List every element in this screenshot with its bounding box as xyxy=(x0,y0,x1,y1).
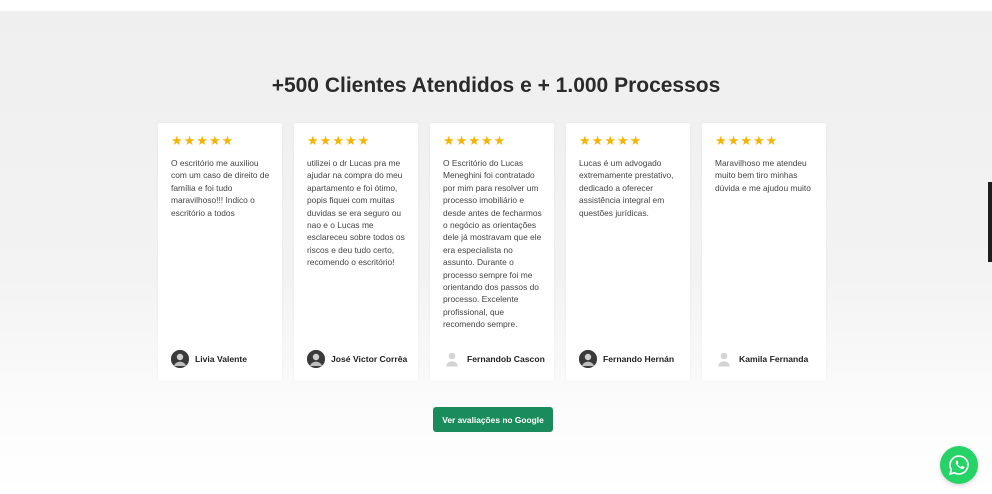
section-title: +500 Clientes Atendidos e + 1.000 Proces… xyxy=(271,74,721,97)
review-card: ★ ★ ★ ★ ★ O Escritório do Lucas Meneghini foi… xyxy=(430,123,554,381)
star-icon: ★ xyxy=(171,133,183,148)
star-icon: ★ xyxy=(208,133,221,148)
review-author: José Victor Corrêa xyxy=(307,350,417,368)
author-name: Fernando Hernán xyxy=(603,354,675,364)
star-icon: ★ xyxy=(468,133,480,148)
avatar xyxy=(307,350,325,368)
review-author: Fernandob Cascon xyxy=(443,350,553,368)
google-reviews-button[interactable]: Ver avaliações no Google xyxy=(433,407,553,432)
user-placeholder-icon xyxy=(443,350,461,368)
star-icon: ★ xyxy=(604,133,616,148)
star-icon: ★ xyxy=(740,133,752,148)
review-card: ★ ★ ★ ★ ★ utilizei o dr Lucas pra me ajudar n… xyxy=(294,123,418,381)
star-icon: ★ xyxy=(319,133,332,148)
author-name: Livia Valente xyxy=(195,354,248,364)
star-icon: ★ xyxy=(616,133,629,148)
review-text: Lucas é um advogado extremamente prestat… xyxy=(579,158,674,218)
review-card: ★ ★ ★ ★ ★ O escritório me auxiliou com um cas… xyxy=(158,123,282,381)
star-icon: ★ xyxy=(332,133,344,148)
star-icon: ★ xyxy=(493,133,506,148)
review-text: O Escritório do Lucas Meneghini foi cont… xyxy=(443,158,542,330)
star-icon: ★ xyxy=(715,133,727,148)
author-name: Fernandob Cascon xyxy=(467,354,545,364)
star-rating: ★ ★ ★ ★ ★ xyxy=(171,134,233,147)
star-rating: ★ ★ ★ ★ ★ xyxy=(307,134,369,147)
review-author: Kamila Fernanda xyxy=(715,350,825,368)
star-icon: ★ xyxy=(629,133,642,148)
whatsapp-icon xyxy=(948,455,969,476)
star-rating: ★ ★ ★ ★ ★ xyxy=(579,134,641,147)
star-rating: ★ ★ ★ ★ ★ xyxy=(443,134,505,147)
review-author: Livia Valente xyxy=(171,350,281,368)
star-icon: ★ xyxy=(727,133,740,148)
review-text: O escritório me auxiliou com um caso de … xyxy=(171,158,270,218)
star-icon: ★ xyxy=(480,133,493,148)
testimonials-list: ★ ★ ★ ★ ★ O escritório me auxiliou com um cas… xyxy=(158,123,826,381)
star-icon: ★ xyxy=(591,133,604,148)
star-icon: ★ xyxy=(357,133,370,148)
avatar xyxy=(171,350,189,368)
star-icon: ★ xyxy=(455,133,468,148)
review-text: utilizei o dr Lucas pra me ajudar na com… xyxy=(307,158,405,268)
star-icon: ★ xyxy=(221,133,234,148)
star-icon: ★ xyxy=(765,133,778,148)
page-edge-bar xyxy=(988,182,992,262)
review-text: Maravilhoso me atendeu muito bem tiro mi… xyxy=(715,158,811,193)
author-name: José Victor Corrêa xyxy=(331,354,408,364)
review-author: Fernando Hernán xyxy=(579,350,689,368)
star-icon: ★ xyxy=(344,133,357,148)
user-placeholder-icon xyxy=(715,350,733,368)
star-icon: ★ xyxy=(752,133,765,148)
star-icon: ★ xyxy=(579,133,591,148)
review-card: ★ ★ ★ ★ ★ Lucas é um advogado extremamente pr… xyxy=(566,123,690,381)
star-icon: ★ xyxy=(443,133,455,148)
whatsapp-button[interactable] xyxy=(940,446,978,484)
star-rating: ★ ★ ★ ★ ★ xyxy=(715,134,777,147)
review-card: ★ ★ ★ ★ ★ Maravilhoso me atendeu muito bem ti… xyxy=(702,123,826,381)
star-icon: ★ xyxy=(196,133,208,148)
star-icon: ★ xyxy=(183,133,196,148)
author-name: Kamila Fernanda xyxy=(739,354,809,364)
star-icon: ★ xyxy=(307,133,319,148)
avatar xyxy=(579,350,597,368)
